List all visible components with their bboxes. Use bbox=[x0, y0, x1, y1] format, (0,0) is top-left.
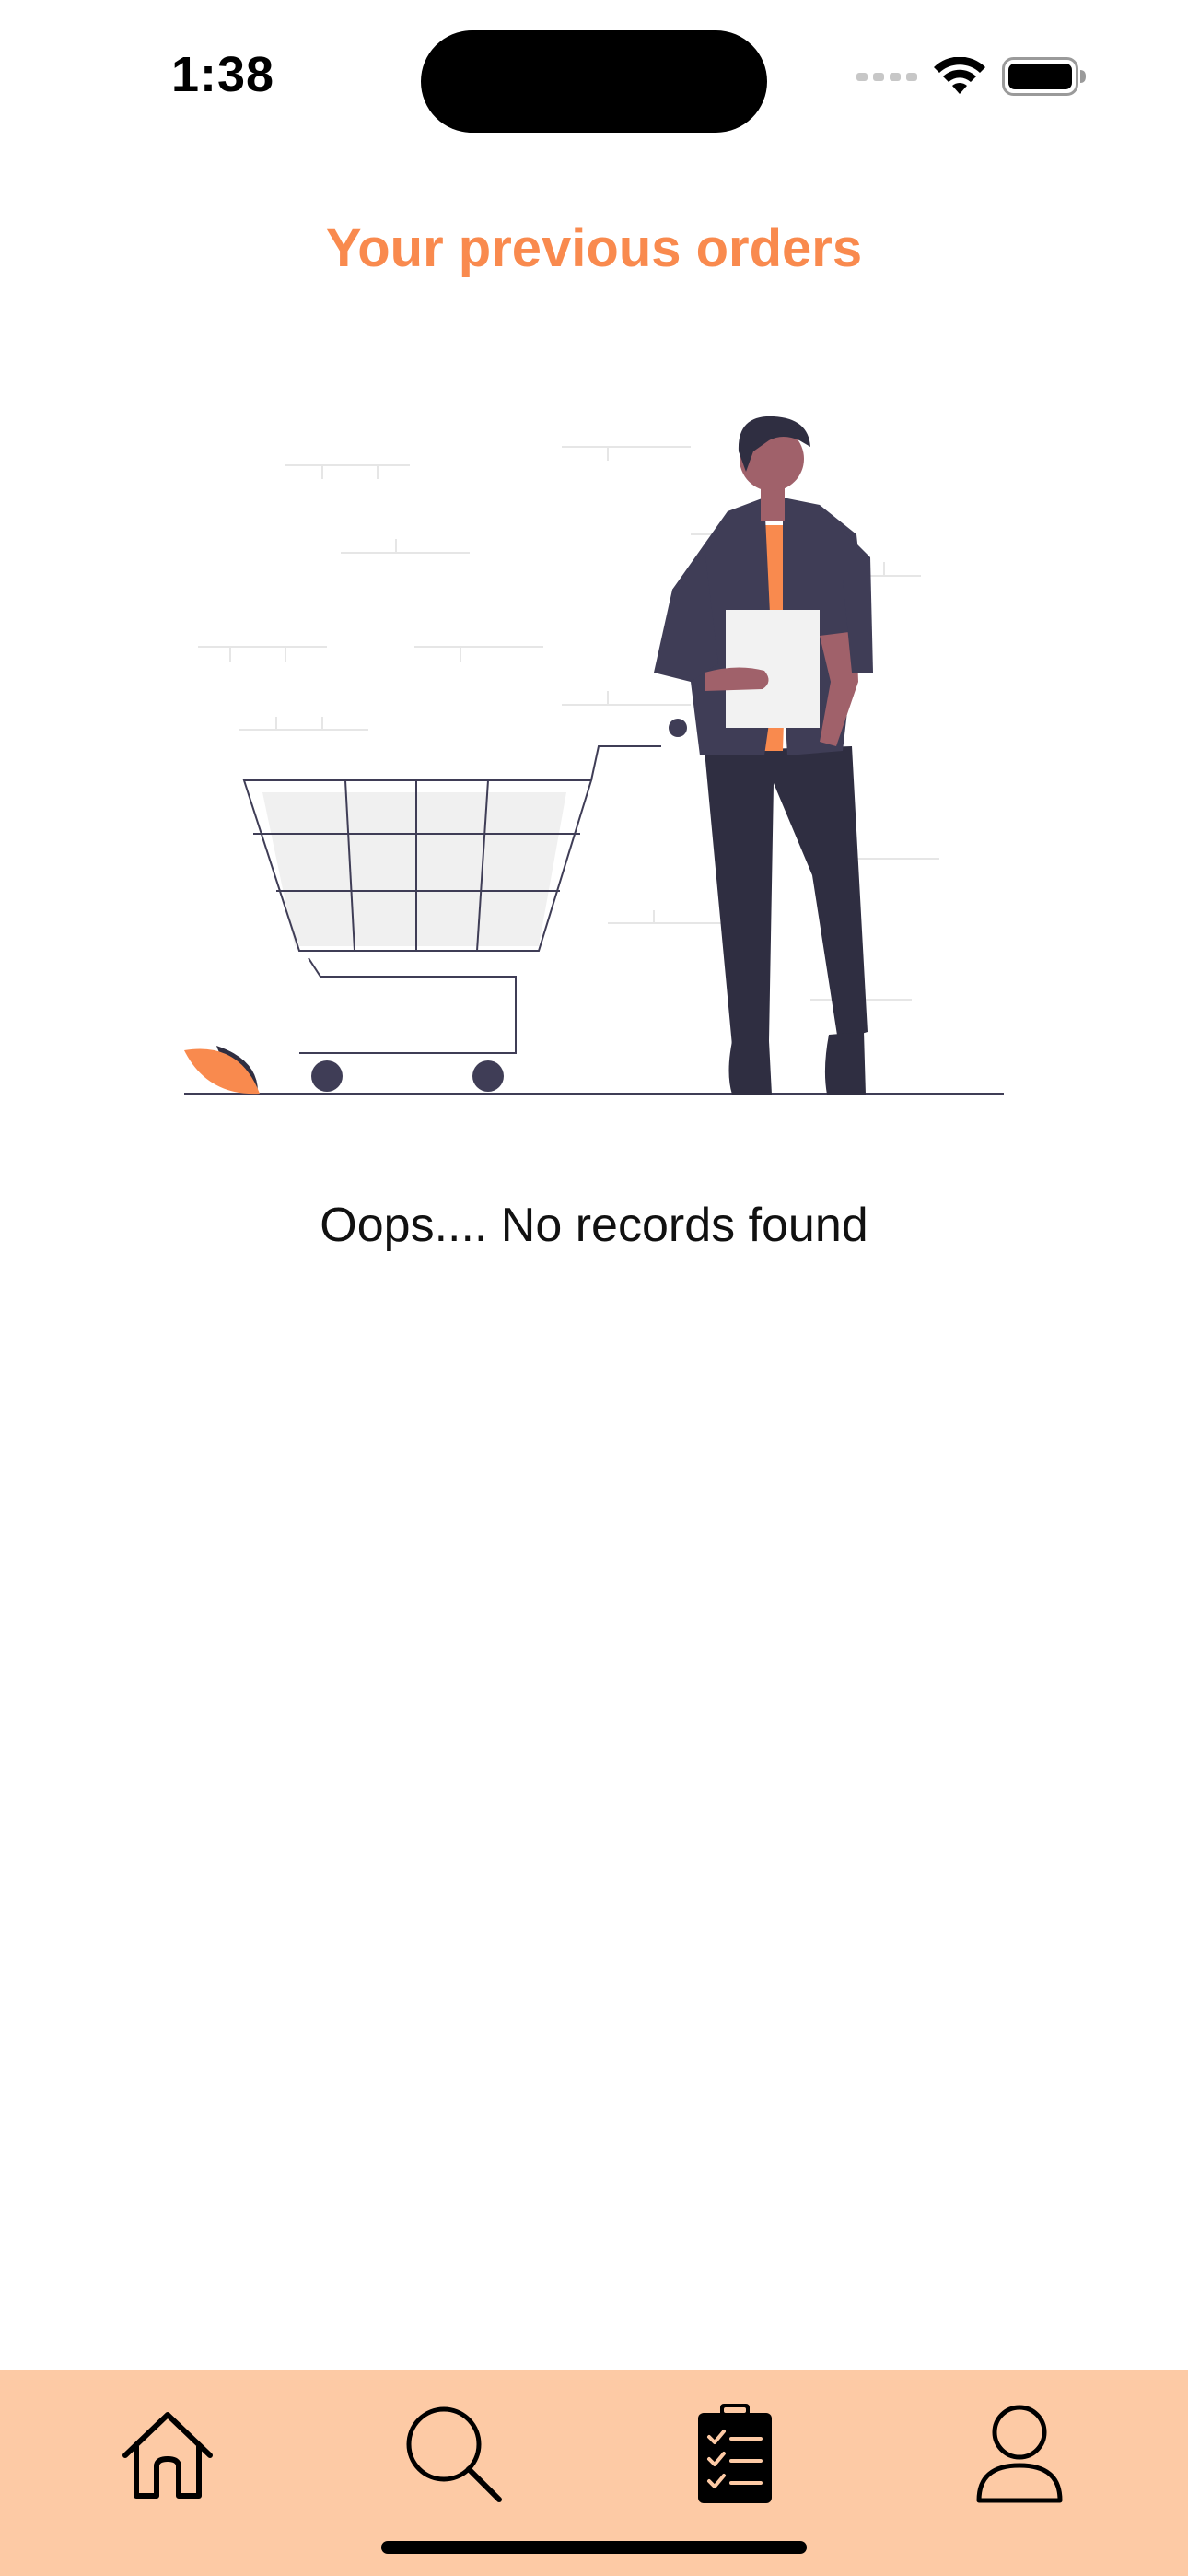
dynamic-island bbox=[421, 30, 767, 133]
home-indicator bbox=[381, 2541, 807, 2554]
cart-wheel-left bbox=[311, 1060, 343, 1092]
status-icons bbox=[856, 55, 1087, 101]
cart-basket-fill bbox=[262, 792, 566, 946]
person-figure bbox=[654, 416, 873, 1095]
tab-orders[interactable] bbox=[675, 2394, 795, 2513]
orders-clipboard-icon bbox=[696, 2402, 774, 2505]
tab-search[interactable] bbox=[393, 2394, 513, 2513]
empty-orders-illustration bbox=[175, 396, 1013, 1106]
cart-handle-knob bbox=[669, 719, 687, 737]
cellular-signal-icon bbox=[856, 70, 917, 88]
search-icon bbox=[402, 2402, 505, 2505]
orders-screen: 1:38 Your previous orders Oops.... No re… bbox=[0, 0, 1188, 2576]
home-icon bbox=[118, 2404, 217, 2503]
status-bar: 1:38 bbox=[0, 0, 1188, 157]
status-time: 1:38 bbox=[171, 47, 275, 102]
page-title: Your previous orders bbox=[325, 218, 863, 278]
cart-wheel-right bbox=[472, 1060, 504, 1092]
tab-home[interactable] bbox=[108, 2394, 227, 2513]
wifi-icon bbox=[934, 56, 985, 100]
battery-icon bbox=[1002, 56, 1087, 100]
profile-icon bbox=[973, 2403, 1066, 2504]
tab-profile[interactable] bbox=[960, 2394, 1079, 2513]
empty-state-message: Oops.... No records found bbox=[320, 1199, 868, 1252]
